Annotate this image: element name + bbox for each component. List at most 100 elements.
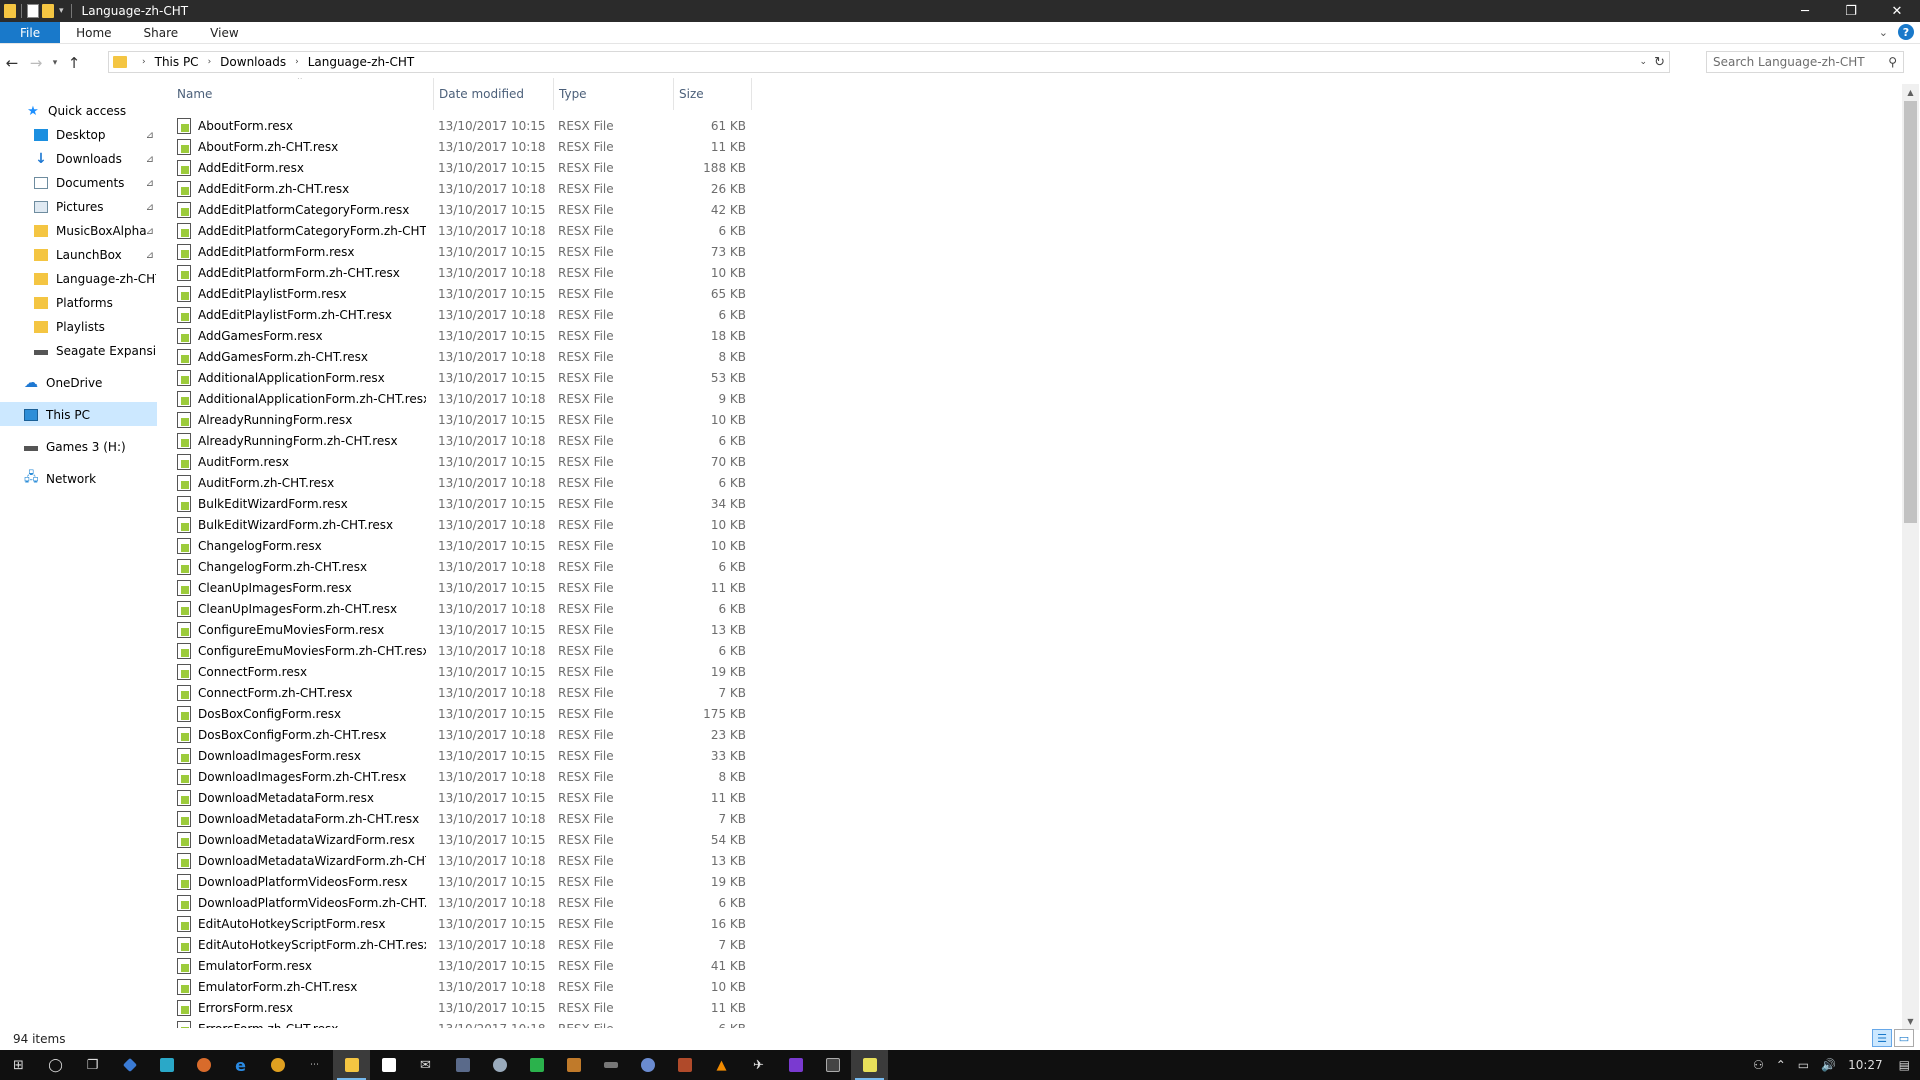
customize-toolbar-icon[interactable]: ▾ (57, 6, 66, 16)
help-icon[interactable]: ? (1898, 24, 1914, 40)
notifications-icon[interactable]: ▤ (1889, 1058, 1920, 1072)
edge-icon[interactable]: e (222, 1050, 259, 1080)
up-icon[interactable]: ↑ (62, 51, 86, 75)
app-icon[interactable] (814, 1050, 851, 1080)
app-icon[interactable] (444, 1050, 481, 1080)
search-icon[interactable]: ⚲ (1888, 55, 1897, 69)
table-row[interactable]: CleanUpImagesForm.resx 13/10/2017 10:15 RE… (172, 577, 752, 598)
table-row[interactable]: ConfigureEmuMoviesForm.zh-CHT.resx 13/10/… (172, 640, 752, 661)
table-row[interactable]: AddEditForm.resx 13/10/2017 10:15 RESX Fil… (172, 157, 752, 178)
nav-item-desktop[interactable]: Desktop ⊿ (34, 124, 154, 146)
tab-file[interactable]: File (0, 22, 61, 43)
nav-quick-access[interactable]: ★ Quick access (26, 100, 126, 122)
close-icon[interactable]: ✕ (1874, 0, 1920, 22)
table-row[interactable]: DosBoxConfigForm.resx 13/10/2017 10:15 RES… (172, 703, 752, 724)
scroll-up-icon[interactable]: ▲ (1902, 84, 1919, 101)
table-row[interactable]: DownloadImagesForm.zh-CHT.resx 13/10/2017… (172, 766, 752, 787)
large-icons-view-icon[interactable]: ▭ (1894, 1029, 1914, 1047)
address-bar[interactable]: › This PC › Downloads › Language-zh-CHT … (108, 51, 1670, 73)
tab-view[interactable]: View (194, 22, 254, 43)
table-row[interactable]: BulkEditWizardForm.resx 13/10/2017 10:15 R… (172, 493, 752, 514)
new-folder-icon[interactable] (42, 4, 54, 18)
table-row[interactable]: AddEditPlaylistForm.zh-CHT.resx 13/10/201… (172, 304, 752, 325)
table-row[interactable]: ConfigureEmuMoviesForm.resx 13/10/2017 10… (172, 619, 752, 640)
refresh-icon[interactable]: ↻ (1654, 55, 1665, 70)
breadcrumb-current[interactable]: Language-zh-CHT (308, 55, 415, 69)
table-row[interactable]: EmulatorForm.zh-CHT.resx 13/10/2017 10:18… (172, 976, 752, 997)
nav-item-seagate[interactable]: Seagate Expansion D (34, 340, 156, 362)
address-dropdown-icon[interactable]: ⌄ (1639, 57, 1647, 67)
search-input[interactable] (1713, 55, 1873, 69)
table-row[interactable]: AddEditForm.zh-CHT.resx 13/10/2017 10:18 R… (172, 178, 752, 199)
tab-home[interactable]: Home (60, 22, 127, 43)
app-icon[interactable] (592, 1050, 629, 1080)
app-icon[interactable] (111, 1050, 148, 1080)
people-icon[interactable]: ⚇ (1747, 1058, 1770, 1072)
pin-icon[interactable]: ⊿ (146, 130, 154, 141)
forward-icon[interactable]: → (24, 51, 48, 75)
table-row[interactable]: AdditionalApplicationForm.zh-CHT.resx 13/… (172, 388, 752, 409)
expand-ribbon-icon[interactable]: ⌄ (1879, 26, 1888, 39)
start-icon[interactable]: ⊞ (0, 1050, 37, 1080)
pin-icon[interactable]: ⊿ (146, 154, 154, 165)
table-row[interactable]: ErrorsForm.zh-CHT.resx13/10/2017 10:18RE… (172, 1018, 752, 1028)
nav-games-drive[interactable]: Games 3 (H:) (24, 436, 126, 458)
table-row[interactable]: AuditForm.zh-CHT.resx 13/10/2017 10:18 RES… (172, 472, 752, 493)
volume-icon[interactable]: 🔊 (1815, 1058, 1842, 1072)
pin-icon[interactable]: ⊿ (146, 202, 154, 213)
app-icon[interactable] (148, 1050, 185, 1080)
search-box[interactable]: ⚲ (1706, 51, 1904, 73)
column-header-date[interactable]: Date modified (434, 78, 554, 110)
table-row[interactable]: EditAutoHotkeyScriptForm.resx 13/10/2017 … (172, 913, 752, 934)
nav-this-pc[interactable]: This PC (24, 404, 90, 426)
table-row[interactable]: ConnectForm.zh-CHT.resx 13/10/2017 10:18 R… (172, 682, 752, 703)
back-icon[interactable]: ← (0, 51, 24, 75)
pin-icon[interactable]: ⊿ (146, 178, 154, 189)
table-row[interactable]: AlreadyRunningForm.zh-CHT.resx 13/10/2017… (172, 430, 752, 451)
pin-icon[interactable]: ⊿ (146, 250, 154, 261)
table-row[interactable]: DownloadMetadataForm.resx 13/10/2017 10:1… (172, 787, 752, 808)
chrome-icon[interactable] (259, 1050, 296, 1080)
table-row[interactable]: DosBoxConfigForm.zh-CHT.resx 13/10/2017 1… (172, 724, 752, 745)
steam-icon[interactable] (481, 1050, 518, 1080)
chevron-right-icon[interactable]: › (208, 57, 212, 67)
minimize-icon[interactable]: ─ (1782, 0, 1828, 22)
app-icon[interactable] (629, 1050, 666, 1080)
network-icon[interactable]: ▭ (1792, 1058, 1815, 1072)
details-view-icon[interactable]: ☰ (1872, 1029, 1892, 1047)
pin-icon[interactable]: ⊿ (146, 226, 154, 237)
nav-network[interactable]: 🖧 Network (24, 468, 96, 490)
notepad-icon[interactable] (851, 1050, 888, 1080)
table-row[interactable]: CleanUpImagesForm.zh-CHT.resx 13/10/2017 … (172, 598, 752, 619)
breadcrumb-downloads[interactable]: Downloads (220, 55, 286, 69)
chevron-right-icon[interactable]: › (142, 57, 146, 67)
table-row[interactable]: AddEditPlatformCategoryForm.zh-CHT.r... 1… (172, 220, 752, 241)
nav-item-platforms[interactable]: Platforms (34, 292, 156, 314)
nav-item-pictures[interactable]: Pictures ⊿ (34, 196, 154, 218)
task-view-icon[interactable]: ❐ (74, 1050, 111, 1080)
table-row[interactable]: BulkEditWizardForm.zh-CHT.resx 13/10/2017… (172, 514, 752, 535)
table-row[interactable]: DownloadMetadataWizardForm.resx 13/10/201… (172, 829, 752, 850)
vertical-scrollbar[interactable]: ▲ ▼ (1902, 84, 1919, 1030)
properties-icon[interactable] (27, 4, 39, 18)
column-header-size[interactable]: Size (674, 78, 752, 110)
table-row[interactable]: DownloadImagesForm.resx 13/10/2017 10:15 R… (172, 745, 752, 766)
recent-locations-icon[interactable]: ▾ (48, 51, 62, 75)
nav-onedrive[interactable]: ☁ OneDrive (24, 372, 102, 394)
table-row[interactable]: DownloadMetadataWizardForm.zh-CHT.... 13/… (172, 850, 752, 871)
column-header-name[interactable]: Name (172, 78, 434, 110)
clock[interactable]: 10:27 (1842, 1058, 1889, 1072)
nav-item-musicboxalpha[interactable]: MusicBoxAlpha ⊿ (34, 220, 154, 242)
app-icon[interactable] (185, 1050, 222, 1080)
table-row[interactable]: AddEditPlatformForm.resx 13/10/2017 10:15… (172, 241, 752, 262)
table-row[interactable]: AddEditPlaylistForm.resx 13/10/2017 10:15… (172, 283, 752, 304)
table-row[interactable]: AddEditPlatformCategoryForm.resx 13/10/20… (172, 199, 752, 220)
nav-item-language-zh-cht[interactable]: Language-zh-CHT (34, 268, 156, 290)
app-icon[interactable] (518, 1050, 555, 1080)
app-icon[interactable]: ✈ (740, 1050, 777, 1080)
app-icon[interactable] (777, 1050, 814, 1080)
mail-icon[interactable]: ✉ (407, 1050, 444, 1080)
table-row[interactable]: AuditForm.resx 13/10/2017 10:15 RESX File 7… (172, 451, 752, 472)
chevron-right-icon[interactable]: › (295, 57, 299, 67)
table-row[interactable]: AboutForm.resx 13/10/2017 10:15 RESX File 6… (172, 115, 752, 136)
